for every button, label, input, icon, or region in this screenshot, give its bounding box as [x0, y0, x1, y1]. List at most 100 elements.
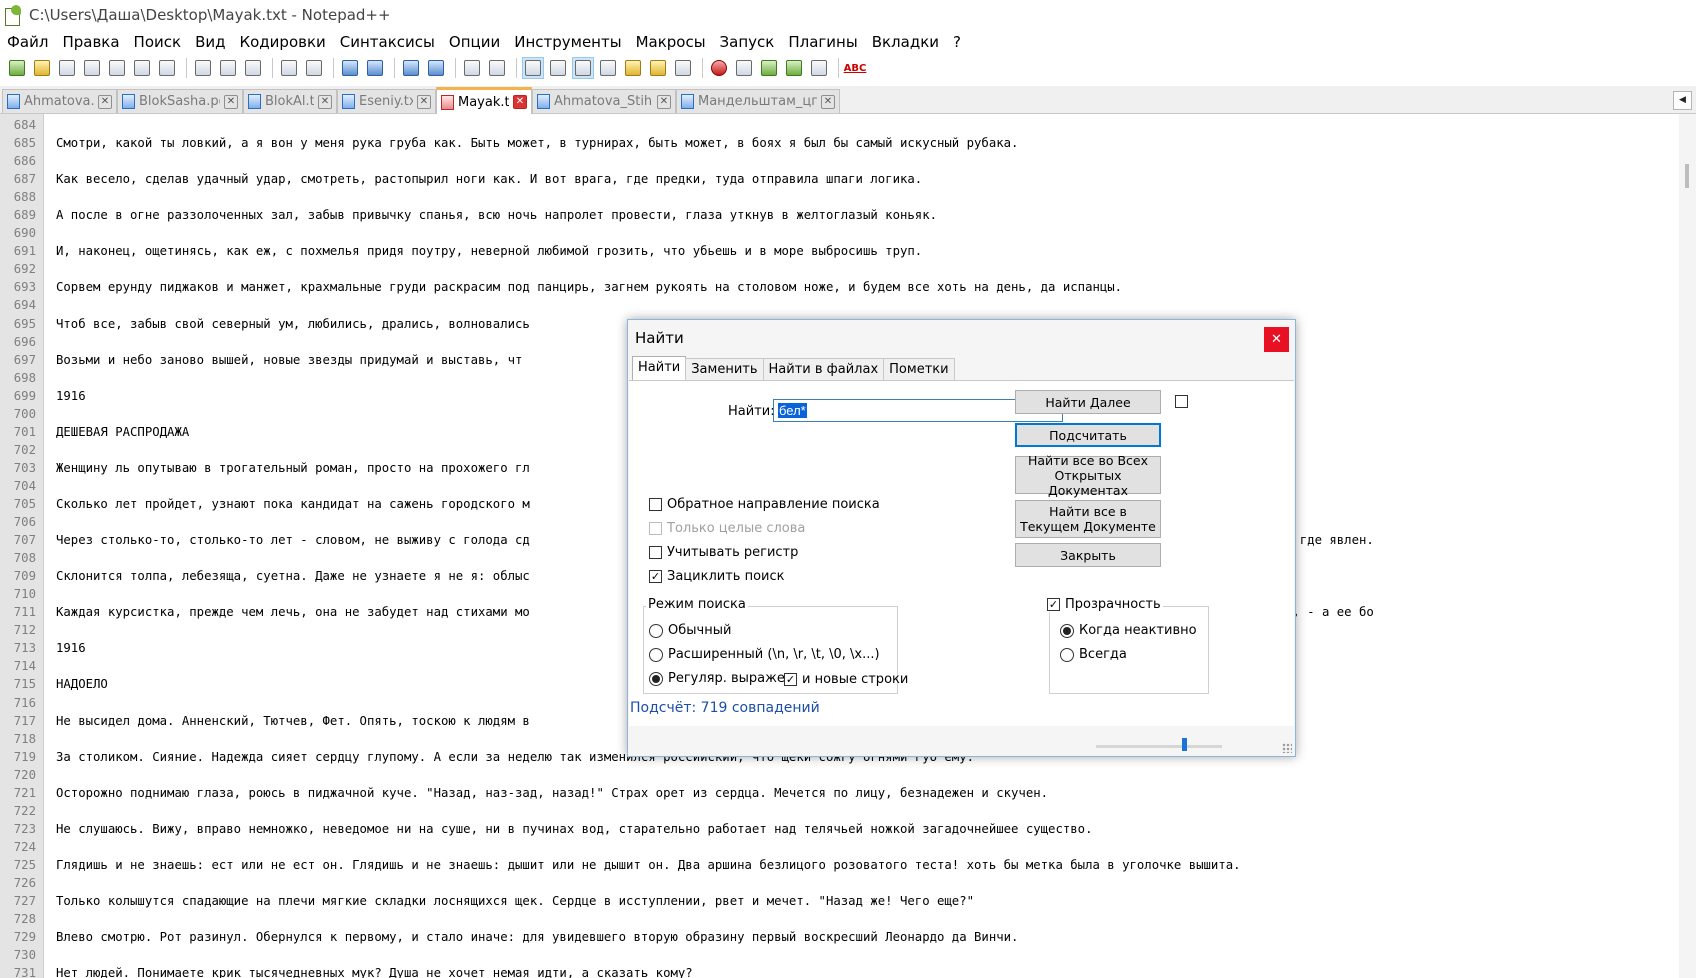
sync-horizontal-icon[interactable] — [486, 57, 508, 79]
function-list-icon[interactable] — [622, 57, 644, 79]
editor-line[interactable]: 728 — [0, 910, 1680, 928]
undo-icon[interactable] — [278, 57, 300, 79]
close-all-icon[interactable] — [131, 57, 153, 79]
editor-line[interactable]: 693 Сорвем ерунду пиджаков и манжет, крах… — [0, 278, 1680, 296]
editor-line[interactable]: 726 — [0, 874, 1680, 892]
editor-line[interactable]: 729 Влево смотрю. Рот разинул. Обернулся … — [0, 928, 1680, 946]
editor-line[interactable]: 721 Осторожно поднимаю глаза, роюсь в пид… — [0, 784, 1680, 802]
editor-line[interactable]: 727 Только колышутся спадающие на плечи м… — [0, 892, 1680, 910]
tab-find[interactable]: Найти — [632, 356, 687, 380]
stop-macro-icon[interactable] — [733, 57, 755, 79]
menu-item-1[interactable]: Правка — [55, 30, 126, 54]
play-macro-icon[interactable] — [758, 57, 780, 79]
whole-word-checkbox[interactable]: Только целые слова — [649, 521, 805, 536]
cut-icon[interactable] — [192, 57, 214, 79]
search-mode-normal-radio[interactable]: Обычный — [649, 623, 731, 638]
editor-line[interactable]: 688 — [0, 188, 1680, 206]
tab-close-icon[interactable]: ✕ — [417, 94, 431, 109]
menu-item-9[interactable]: Запуск — [713, 30, 782, 54]
menu-item-0[interactable]: Файл — [0, 30, 55, 54]
menu-item-8[interactable]: Макросы — [629, 30, 713, 54]
wrap-around-checkbox[interactable]: ✓ Зациклить поиск — [649, 569, 784, 584]
tab-close-icon[interactable]: ✕ — [224, 94, 238, 109]
editor-line[interactable]: 687 Как весело, сделав удачный удар, смот… — [0, 170, 1680, 188]
editor-line[interactable]: 686 — [0, 152, 1680, 170]
tab-close-icon[interactable]: ✕ — [98, 94, 112, 109]
user-language-icon[interactable] — [597, 57, 619, 79]
zoom-in-icon[interactable] — [400, 57, 422, 79]
close-icon[interactable] — [106, 57, 128, 79]
tab-close-icon[interactable]: ✕ — [821, 94, 835, 109]
find-all-in-open-docs-button[interactable]: Найти все во Всех Открытых Документах — [1015, 453, 1161, 498]
tab-scroll-left-icon[interactable]: ◀ — [1673, 91, 1692, 110]
scrollbar-thumb[interactable] — [1685, 164, 1689, 188]
paste-icon[interactable] — [242, 57, 264, 79]
spellcheck-icon[interactable]: ABC — [844, 57, 867, 79]
menu-item-6[interactable]: Опции — [442, 30, 507, 54]
transparency-always-radio[interactable]: Всегда — [1060, 647, 1127, 662]
document-tab[interactable]: BlokAl.txt ✕ — [243, 89, 337, 113]
transparency-checkbox[interactable]: ✓ Прозрачность — [1047, 597, 1163, 612]
find-next-button[interactable]: Найти Далее — [1015, 390, 1161, 414]
document-tab[interactable]: BlokSasha.pdf ✕ — [117, 89, 243, 113]
tab-close-icon[interactable]: ✕ — [657, 94, 671, 109]
print-icon[interactable] — [156, 57, 178, 79]
dot-matches-newline-checkbox[interactable]: ✓ и новые строки — [784, 672, 908, 687]
search-mode-extended-radio[interactable]: Расширенный (\n, \r, \t, \0, \x...) — [649, 647, 880, 662]
transparency-slider-thumb[interactable] — [1182, 738, 1188, 751]
editor-line[interactable]: 724 — [0, 838, 1680, 856]
document-tab[interactable]: Ahmatova.txt ✕ — [2, 89, 117, 113]
tab-replace[interactable]: Заменить — [685, 358, 764, 380]
transparency-on-lose-focus-radio[interactable]: Когда неактивно — [1060, 623, 1197, 638]
word-wrap-icon[interactable] — [522, 57, 544, 79]
close-button[interactable]: Закрыть — [1015, 543, 1161, 567]
editor-line[interactable]: 690 — [0, 224, 1680, 242]
editor-line[interactable]: 731 Нет людей. Понимаете крик тысячедневн… — [0, 964, 1680, 978]
editor-line[interactable]: 720 — [0, 766, 1680, 784]
editor-line[interactable]: 723 Не слушаюсь. Вижу, вправо немножко, н… — [0, 820, 1680, 838]
open-file-icon[interactable] — [31, 57, 53, 79]
replace-icon[interactable] — [364, 57, 386, 79]
menu-item-7[interactable]: Инструменты — [507, 30, 628, 54]
folder-as-workspace-icon[interactable] — [647, 57, 669, 79]
editor-line[interactable]: 691 И, наконец, ощетинясь, как еж, с похм… — [0, 242, 1680, 260]
transparency-slider[interactable] — [1096, 745, 1222, 748]
menu-item-11[interactable]: Вкладки — [865, 30, 946, 54]
editor-line[interactable]: 694 — [0, 296, 1680, 314]
editor-line[interactable]: 725 Глядишь и не знаешь: ест или не ест о… — [0, 856, 1680, 874]
copy-icon[interactable] — [217, 57, 239, 79]
menu-item-12[interactable]: ? — [946, 30, 968, 54]
search-mode-regex-radio[interactable]: Регуляр. выражен. — [649, 671, 798, 686]
editor-line[interactable]: 685 Смотри, какой ты ловкий, а я вон у ме… — [0, 134, 1680, 152]
editor-line[interactable]: 689 А после в огне раззолоченных зал, заб… — [0, 206, 1680, 224]
editor-line[interactable]: 730 — [0, 946, 1680, 964]
match-case-checkbox[interactable]: Учитывать регистр — [649, 545, 798, 560]
tab-mark[interactable]: Пометки — [883, 358, 955, 380]
menu-item-4[interactable]: Кодировки — [232, 30, 332, 54]
new-file-icon[interactable] — [6, 57, 28, 79]
editor-line[interactable]: 692 — [0, 260, 1680, 278]
record-macro-icon[interactable] — [708, 57, 730, 79]
vertical-scrollbar[interactable] — [1679, 114, 1696, 978]
zoom-out-icon[interactable] — [425, 57, 447, 79]
document-tab[interactable]: Ahmatova_Stih.txt ✕ — [532, 89, 676, 113]
save-all-icon[interactable] — [81, 57, 103, 79]
menu-item-3[interactable]: Вид — [188, 30, 232, 54]
editor-line[interactable]: 722 — [0, 802, 1680, 820]
tab-close-icon[interactable]: ✕ — [513, 95, 527, 109]
tab-close-icon[interactable]: ✕ — [318, 94, 332, 109]
menu-item-2[interactable]: Поиск — [127, 30, 189, 54]
document-tab[interactable]: Mayak.txt ✕ — [436, 87, 532, 114]
monitoring-icon[interactable] — [672, 57, 694, 79]
save-macro-icon[interactable] — [808, 57, 830, 79]
find-all-in-current-doc-button[interactable]: Найти все в Текущем Документе — [1015, 500, 1161, 538]
show-all-chars-icon[interactable] — [547, 57, 569, 79]
run-macro-multiple-icon[interactable] — [783, 57, 805, 79]
find-icon[interactable] — [339, 57, 361, 79]
menu-item-10[interactable]: Плагины — [781, 30, 864, 54]
document-tab[interactable]: Eseniy.txt ✕ — [337, 89, 436, 113]
backward-direction-checkbox[interactable]: Обратное направление поиска — [649, 497, 880, 512]
indent-guide-icon[interactable] — [572, 57, 594, 79]
find-next-options-checkbox[interactable] — [1175, 395, 1193, 408]
count-button[interactable]: Подсчитать — [1015, 423, 1161, 447]
